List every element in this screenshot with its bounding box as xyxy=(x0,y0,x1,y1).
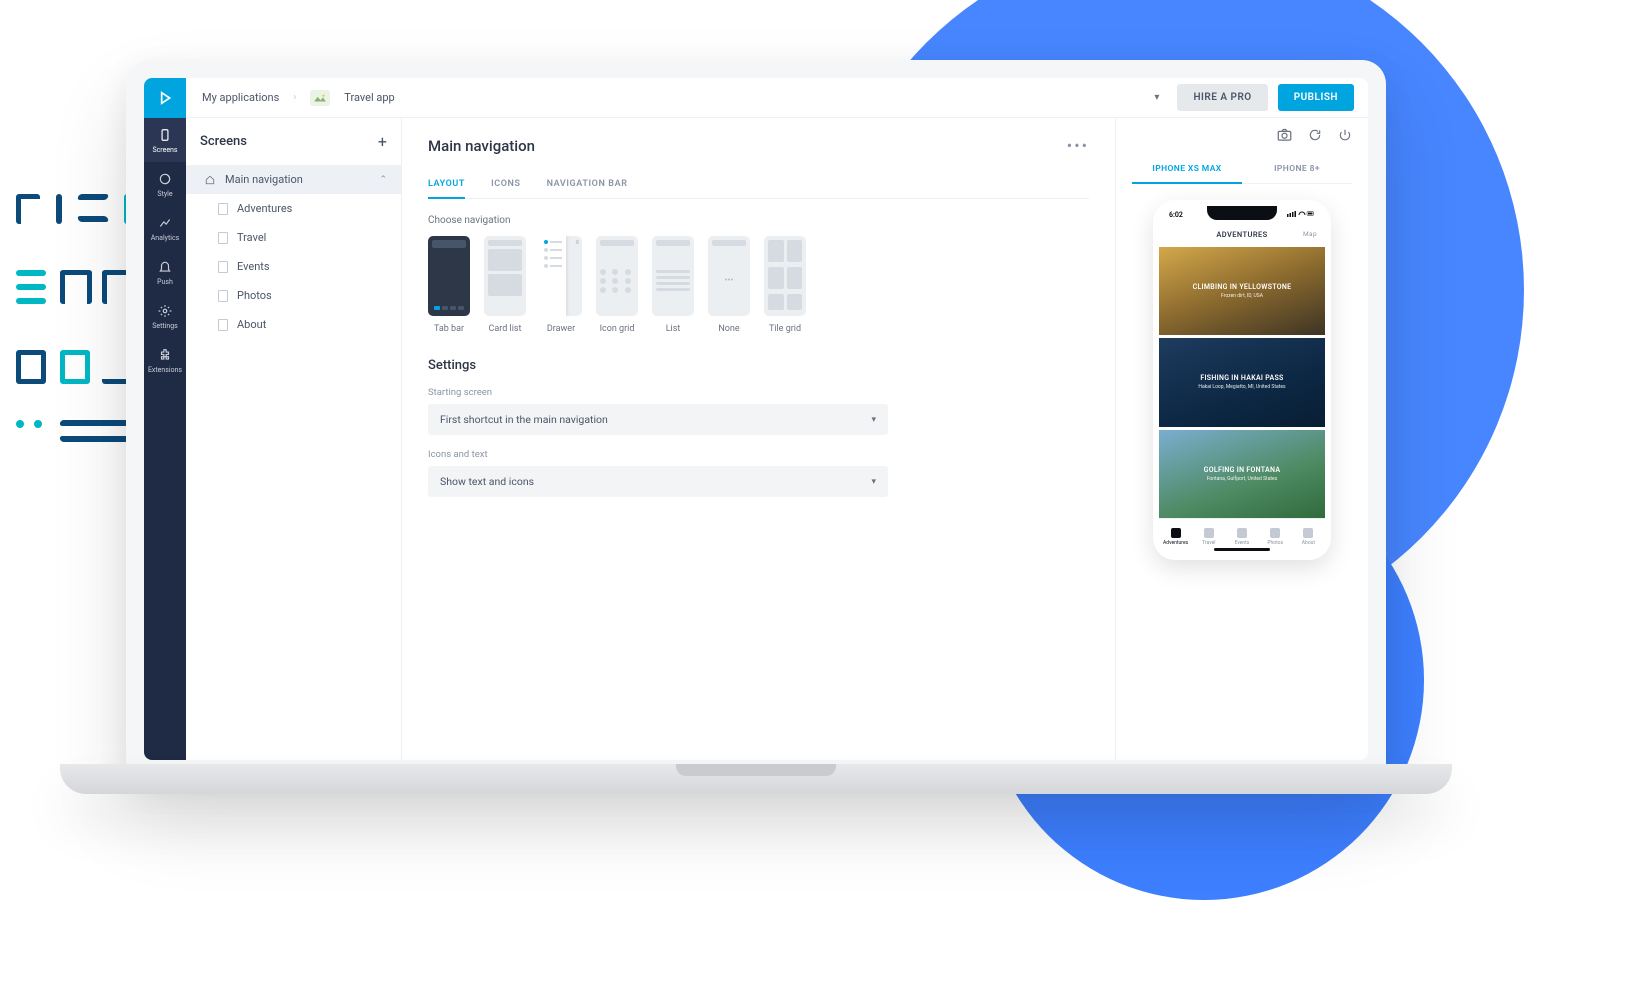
nav-option-none[interactable]: ••• None xyxy=(708,236,750,334)
nav-option-card-list[interactable]: Card list xyxy=(484,236,526,334)
screens-panel-title: Screens xyxy=(200,134,247,149)
chevron-up-icon: ⌃ xyxy=(379,175,387,185)
status-indicators xyxy=(1287,210,1315,220)
status-time: 6:02 xyxy=(1169,211,1183,219)
app-logo[interactable] xyxy=(144,78,186,118)
publish-button[interactable]: PUBLISH xyxy=(1278,84,1354,111)
sidenav-style[interactable]: Style xyxy=(144,162,186,206)
laptop-base xyxy=(60,764,1452,794)
home-icon xyxy=(204,175,216,185)
page-icon xyxy=(218,319,228,331)
page-icon xyxy=(218,203,228,215)
home-indicator xyxy=(1214,548,1270,551)
topbar: My applications › Travel app ▾ HIRE A PR… xyxy=(144,78,1368,118)
screens-panel: Screens + Main navigation ⌃ Adventures T… xyxy=(186,118,402,760)
settings-heading: Settings xyxy=(428,358,1089,373)
phone-notch xyxy=(1207,206,1277,220)
icons-text-select[interactable]: Show text and icons ▾ xyxy=(428,466,888,497)
chevron-right-icon: › xyxy=(293,92,296,103)
chevron-down-icon: ▾ xyxy=(871,477,876,487)
page-icon xyxy=(218,232,228,244)
tabbar-about[interactable]: About xyxy=(1292,519,1325,554)
editor: Main navigation ••• LAYOUT ICONS NAVIGAT… xyxy=(402,118,1116,760)
screen-item-adventures[interactable]: Adventures xyxy=(186,194,401,223)
sidenav-settings[interactable]: Settings xyxy=(144,294,186,338)
calendar-icon xyxy=(1237,528,1247,538)
refresh-icon[interactable] xyxy=(1308,128,1322,146)
phone-header: ADVENTURES Map xyxy=(1159,224,1325,244)
page-icon xyxy=(218,261,228,273)
choose-navigation-label: Choose navigation xyxy=(428,215,1089,226)
screen-item-events[interactable]: Events xyxy=(186,252,401,281)
device-tabs: IPHONE XS MAX IPHONE 8+ xyxy=(1132,156,1352,184)
tab-icons[interactable]: ICONS xyxy=(491,171,521,198)
sidenav-analytics[interactable]: Analytics xyxy=(144,206,186,250)
breadcrumb-root[interactable]: My applications xyxy=(202,91,279,104)
editor-tabs: LAYOUT ICONS NAVIGATION BAR xyxy=(428,171,1089,199)
pin-icon xyxy=(1171,528,1181,538)
starting-screen-label: Starting screen xyxy=(428,387,1089,398)
nav-options: Tab bar Card list ≡ Drawer Icon grid xyxy=(428,236,1089,334)
power-icon[interactable] xyxy=(1338,128,1352,146)
laptop-frame: My applications › Travel app ▾ HIRE A PR… xyxy=(126,60,1386,780)
icons-text-label: Icons and text xyxy=(428,449,1089,460)
starting-screen-select[interactable]: First shortcut in the main navigation ▾ xyxy=(428,404,888,435)
sidenav-extensions[interactable]: Extensions xyxy=(144,338,186,382)
travel-icon xyxy=(1204,528,1214,538)
nav-option-tile-grid[interactable]: Tile grid xyxy=(764,236,806,334)
hire-a-pro-button[interactable]: HIRE A PRO xyxy=(1177,84,1267,111)
nav-option-icon-grid[interactable]: Icon grid xyxy=(596,236,638,334)
page-icon xyxy=(218,290,228,302)
screen-item-main-navigation[interactable]: Main navigation ⌃ xyxy=(186,165,401,194)
tab-navigation-bar[interactable]: NAVIGATION BAR xyxy=(547,171,628,198)
nav-option-list[interactable]: List xyxy=(652,236,694,334)
card-climbing[interactable]: CLIMBING IN YELLOWSTONEFrozen dirt, ID, … xyxy=(1159,247,1325,335)
screen-item-travel[interactable]: Travel xyxy=(186,223,401,252)
breadcrumb: My applications › Travel app xyxy=(186,90,395,106)
device-tab-iphone-8-plus[interactable]: IPHONE 8+ xyxy=(1242,156,1352,183)
more-menu-button[interactable]: ••• xyxy=(1067,136,1089,155)
phone-header-title: ADVENTURES xyxy=(1216,230,1267,239)
sidenav: Screens Style Analytics Push Settings xyxy=(144,118,186,760)
screenshot-icon[interactable] xyxy=(1277,128,1292,146)
nav-option-drawer[interactable]: ≡ Drawer xyxy=(540,236,582,334)
screen-item-photos[interactable]: Photos xyxy=(186,281,401,310)
preview-panel: IPHONE XS MAX IPHONE 8+ 6:02 xyxy=(1116,118,1368,760)
card-golfing[interactable]: GOLFING IN FONTANAFontana, Gulfport, Uni… xyxy=(1159,430,1325,518)
tabbar-adventures[interactable]: Adventures xyxy=(1159,519,1192,554)
account-dropdown[interactable]: ▾ xyxy=(1146,86,1167,109)
chevron-down-icon: ▾ xyxy=(871,415,876,425)
sidenav-screens[interactable]: Screens xyxy=(144,118,186,162)
tab-layout[interactable]: LAYOUT xyxy=(428,171,465,199)
app-thumb-icon xyxy=(310,90,330,106)
device-tab-iphone-xs-max[interactable]: IPHONE XS MAX xyxy=(1132,156,1242,184)
body: Screens Style Analytics Push Settings xyxy=(144,118,1368,760)
phone-header-map-link[interactable]: Map xyxy=(1303,230,1317,238)
add-screen-button[interactable]: + xyxy=(378,132,387,151)
info-icon xyxy=(1303,528,1313,538)
screen-item-about[interactable]: About xyxy=(186,310,401,339)
nav-option-tab-bar[interactable]: Tab bar xyxy=(428,236,470,334)
card-fishing[interactable]: FISHING IN HAKAI PASSHakai Loop, Megiatt… xyxy=(1159,338,1325,426)
sidenav-push[interactable]: Push xyxy=(144,250,186,294)
editor-title: Main navigation xyxy=(428,137,535,155)
photo-icon xyxy=(1270,528,1280,538)
breadcrumb-app[interactable]: Travel app xyxy=(344,91,394,104)
app-screen: My applications › Travel app ▾ HIRE A PR… xyxy=(144,78,1368,760)
phone-card-list: CLIMBING IN YELLOWSTONEFrozen dirt, ID, … xyxy=(1159,244,1325,518)
phone-mockup: 6:02 ADVENTURES Map xyxy=(1153,200,1331,560)
main: Main navigation ••• LAYOUT ICONS NAVIGAT… xyxy=(402,118,1368,760)
